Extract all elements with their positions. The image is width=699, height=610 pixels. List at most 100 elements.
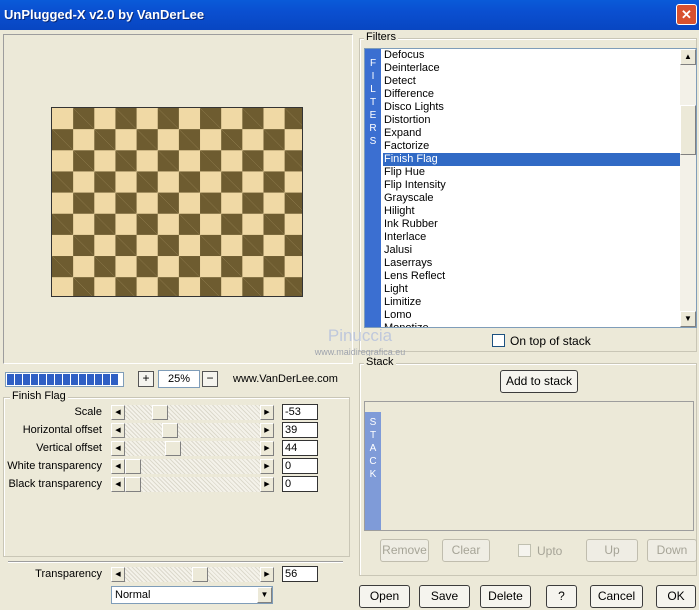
slider-right-arrow[interactable]: ▶ bbox=[260, 477, 274, 492]
chevron-down-icon[interactable]: ▼ bbox=[257, 587, 272, 603]
filter-item[interactable]: Lens Reflect bbox=[383, 270, 681, 283]
on-top-of-stack-checkbox[interactable] bbox=[492, 334, 505, 347]
slider-left-arrow[interactable]: ◀ bbox=[111, 567, 125, 582]
slider-thumb[interactable] bbox=[192, 567, 208, 582]
clear-button[interactable]: Clear bbox=[442, 539, 490, 562]
filter-item[interactable]: Laserrays bbox=[383, 257, 681, 270]
scroll-up-button[interactable]: ▲ bbox=[680, 49, 696, 65]
stack-sidebar: STACK bbox=[365, 412, 381, 530]
on-top-of-stack-label: On top of stack bbox=[510, 334, 591, 348]
sidebar-letter: R bbox=[369, 123, 377, 134]
scroll-thumb[interactable] bbox=[680, 105, 696, 155]
slider-track[interactable] bbox=[125, 459, 260, 474]
filter-item[interactable]: Flip Hue bbox=[383, 166, 681, 179]
slider-right-arrow[interactable]: ▶ bbox=[260, 405, 274, 420]
slider-thumb[interactable] bbox=[165, 441, 181, 456]
progress-segment bbox=[111, 374, 118, 385]
upto-checkbox[interactable] bbox=[518, 544, 531, 557]
zoom-level: 25% bbox=[158, 370, 200, 388]
filters-list[interactable]: FILTERS Defocus Deinterlace Detect Differen… bbox=[364, 48, 697, 328]
slider-thumb[interactable] bbox=[125, 477, 141, 492]
slider-right-arrow[interactable]: ▶ bbox=[260, 423, 274, 438]
filter-item[interactable]: Light bbox=[383, 283, 681, 296]
upto-label: Upto bbox=[537, 544, 563, 558]
zoom-out-button[interactable]: − bbox=[202, 371, 218, 387]
slider-track[interactable] bbox=[125, 405, 260, 420]
filter-item[interactable]: Factorize bbox=[383, 140, 681, 153]
down-button[interactable]: Down bbox=[647, 539, 697, 562]
stack-list[interactable]: STACK bbox=[364, 401, 694, 531]
help-button[interactable]: ? bbox=[546, 585, 577, 608]
save-button[interactable]: Save bbox=[419, 585, 470, 608]
slider-right-arrow[interactable]: ▶ bbox=[260, 441, 274, 456]
filter-item[interactable]: Grayscale bbox=[383, 192, 681, 205]
slider-left-arrow[interactable]: ◀ bbox=[111, 441, 125, 456]
slider-right-arrow[interactable]: ▶ bbox=[260, 567, 274, 582]
blend-mode-select[interactable]: Normal ▼ bbox=[111, 586, 273, 604]
param-slider[interactable]: ◀ ▶ bbox=[111, 459, 274, 474]
filters-items: Defocus Deinterlace Detect Difference Disco … bbox=[383, 49, 681, 327]
cancel-button[interactable]: Cancel bbox=[590, 585, 643, 608]
scroll-down-button[interactable]: ▼ bbox=[680, 311, 696, 327]
filter-item[interactable]: Limitize bbox=[383, 296, 681, 309]
filter-item[interactable]: Disco Lights bbox=[383, 101, 681, 114]
minus-icon: − bbox=[206, 371, 214, 385]
filter-item[interactable]: Difference bbox=[383, 88, 681, 101]
param-slider[interactable]: ◀ ▶ bbox=[111, 441, 274, 456]
progress-segment bbox=[15, 374, 22, 385]
open-button[interactable]: Open bbox=[359, 585, 410, 608]
filter-item[interactable]: Ink Rubber bbox=[383, 218, 681, 231]
filter-item[interactable]: Distortion bbox=[383, 114, 681, 127]
param-value[interactable]: 39 bbox=[282, 422, 318, 438]
param-value[interactable]: 0 bbox=[282, 476, 318, 492]
slider-track[interactable] bbox=[125, 477, 260, 492]
delete-button[interactable]: Delete bbox=[480, 585, 531, 608]
param-slider[interactable]: ◀ ▶ bbox=[111, 405, 274, 420]
filter-item[interactable]: Finish Flag bbox=[383, 153, 681, 166]
slider-right-arrow[interactable]: ▶ bbox=[260, 459, 274, 474]
slider-left-arrow[interactable]: ◀ bbox=[111, 405, 125, 420]
zoom-in-button[interactable]: + bbox=[138, 371, 154, 387]
filter-item[interactable]: Expand bbox=[383, 127, 681, 140]
param-slider[interactable]: ◀ ▶ bbox=[111, 423, 274, 438]
filter-item[interactable]: Lomo bbox=[383, 309, 681, 322]
slider-track[interactable] bbox=[125, 423, 260, 438]
slider-left-arrow[interactable]: ◀ bbox=[111, 477, 125, 492]
plus-icon: + bbox=[142, 371, 150, 385]
filter-item[interactable]: Detect bbox=[383, 75, 681, 88]
sidebar-letter: L bbox=[370, 84, 376, 95]
filter-item[interactable]: Deinterlace bbox=[383, 62, 681, 75]
close-button[interactable]: ✕ bbox=[676, 4, 697, 25]
filters-scrollbar[interactable]: ▲ ▼ bbox=[680, 49, 696, 327]
progress-segment bbox=[63, 374, 70, 385]
progress-segment bbox=[7, 374, 14, 385]
filters-group-label: Filters bbox=[364, 31, 398, 43]
filter-item[interactable]: Jalusi bbox=[383, 244, 681, 257]
param-slider[interactable]: ◀ ▶ bbox=[111, 477, 274, 492]
filter-item[interactable]: Hilight bbox=[383, 205, 681, 218]
watermark-url: www.maidiregrafica.eu bbox=[314, 347, 406, 357]
sidebar-letter: S bbox=[369, 136, 377, 147]
progress-segment bbox=[47, 374, 54, 385]
slider-left-arrow[interactable]: ◀ bbox=[111, 459, 125, 474]
slider-thumb[interactable] bbox=[152, 405, 168, 420]
param-value[interactable]: 44 bbox=[282, 440, 318, 456]
filter-item[interactable]: Defocus bbox=[383, 49, 681, 62]
remove-button[interactable]: Remove bbox=[380, 539, 429, 562]
up-button[interactable]: Up bbox=[586, 539, 638, 562]
sidebar-letter: C bbox=[369, 456, 377, 467]
ok-button[interactable]: OK bbox=[656, 585, 696, 608]
progress-segment bbox=[23, 374, 30, 385]
website-link[interactable]: www.VanDerLee.com bbox=[233, 373, 338, 385]
filter-item[interactable]: Flip Intensity bbox=[383, 179, 681, 192]
slider-thumb[interactable] bbox=[162, 423, 178, 438]
slider-track[interactable] bbox=[125, 441, 260, 456]
filter-item[interactable]: Interlace bbox=[383, 231, 681, 244]
transparency-slider[interactable]: ◀ ▶ bbox=[111, 567, 274, 582]
param-value[interactable]: 0 bbox=[282, 458, 318, 474]
slider-thumb[interactable] bbox=[125, 459, 141, 474]
transparency-value[interactable]: 56 bbox=[282, 566, 318, 582]
slider-left-arrow[interactable]: ◀ bbox=[111, 423, 125, 438]
param-value[interactable]: -53 bbox=[282, 404, 318, 420]
add-to-stack-button[interactable]: Add to stack bbox=[500, 370, 578, 393]
